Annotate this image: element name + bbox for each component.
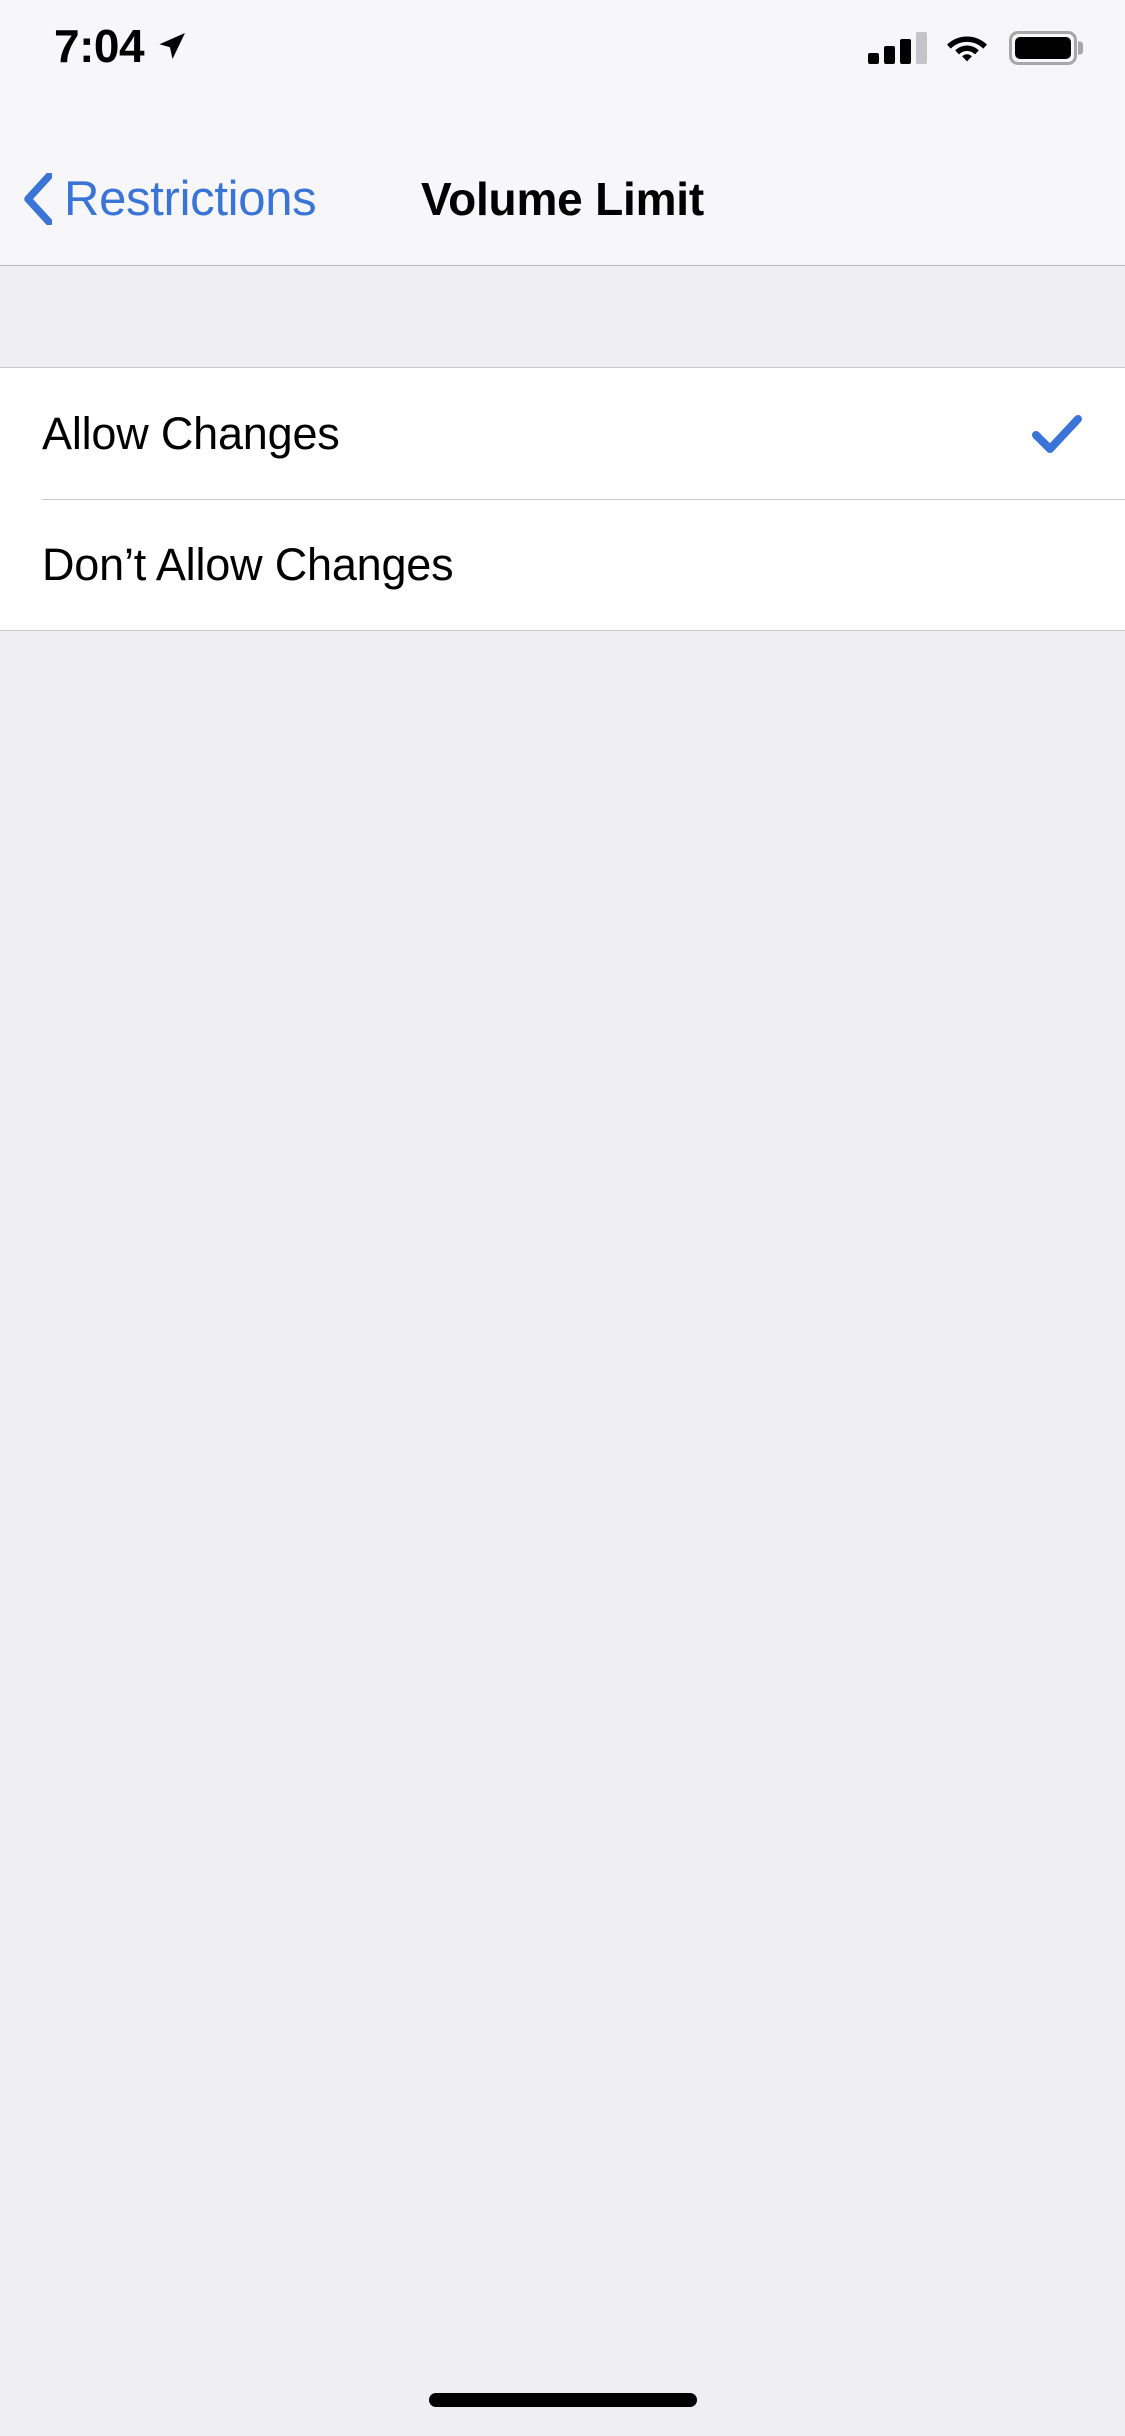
battery-icon [1009, 31, 1077, 65]
status-bar-right [868, 28, 1077, 68]
list-item-allow-changes[interactable]: Allow Changes [0, 368, 1125, 499]
checkmark-icon [1031, 408, 1083, 460]
list-item-label: Don’t Allow Changes [42, 538, 454, 590]
list-item-label: Allow Changes [42, 407, 340, 459]
home-indicator-area [0, 2364, 1125, 2436]
home-indicator[interactable] [428, 2393, 697, 2407]
empty-content-area [0, 631, 1125, 2364]
status-bar-clock: 7:04 [54, 20, 145, 72]
status-bar-left: 7:04 [54, 18, 188, 74]
list-item-dont-allow-changes[interactable]: Don’t Allow Changes [0, 499, 1125, 630]
back-button-label: Restrictions [64, 171, 317, 226]
cellular-signal-icon [868, 32, 927, 64]
section-header-spacer [0, 266, 1125, 368]
iphone-screen: 7:04 Restrictions Volume Limit Allow Cha… [0, 0, 1125, 2436]
location-arrow-icon [156, 30, 188, 62]
back-button[interactable]: Restrictions [24, 132, 334, 266]
settings-content: Allow Changes Don’t Allow Changes [0, 266, 1125, 2436]
navigation-bar: Restrictions Volume Limit [0, 132, 1125, 266]
wifi-icon [945, 30, 989, 67]
status-bar: 7:04 [0, 0, 1125, 132]
battery-fill [1015, 37, 1071, 59]
volume-limit-options-group: Allow Changes Don’t Allow Changes [0, 368, 1125, 631]
chevron-left-icon [24, 172, 53, 226]
